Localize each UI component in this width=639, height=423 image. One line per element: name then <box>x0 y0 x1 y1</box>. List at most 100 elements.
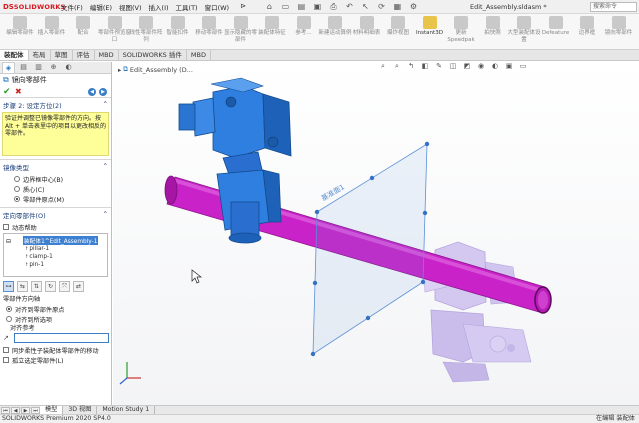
command-label: Defeature <box>541 30 570 36</box>
display-manager-tab-icon[interactable]: ◐ <box>62 62 75 73</box>
menu-pin-icon[interactable]: ⊳ <box>240 2 246 12</box>
menu-file[interactable]: 文件(F) <box>61 2 83 12</box>
orient-flip-y-icon[interactable]: ⇅ <box>31 281 42 292</box>
tree-item[interactable]: ⟊ pillar-1 <box>26 245 105 253</box>
dimxpert-tab-icon[interactable]: ⊕ <box>47 62 60 73</box>
plane-handle[interactable] <box>310 351 316 357</box>
radio-icon[interactable] <box>14 186 20 192</box>
configuration-manager-tab-icon[interactable]: ▥ <box>32 62 45 73</box>
orient-flip-x-icon[interactable]: ⇆ <box>17 281 28 292</box>
open-folder-icon[interactable]: ▤ <box>296 2 307 12</box>
checkbox-icon[interactable] <box>3 224 9 230</box>
clamp-component[interactable] <box>178 77 292 244</box>
radio-icon[interactable] <box>14 176 20 182</box>
plane-handle[interactable] <box>369 175 375 181</box>
checkbox-label: 同步柔性子装配体零部件的移动 <box>12 347 99 355</box>
next-tab-icon[interactable]: ▶ <box>21 406 30 414</box>
menu-tools[interactable]: 工具(T) <box>176 2 198 12</box>
previous-step-icon[interactable]: ◀ <box>88 87 96 96</box>
align-to-selection-option[interactable]: 对齐到所选项 <box>0 314 111 324</box>
select-arrow-icon[interactable]: ↖ <box>360 2 371 12</box>
save-icon[interactable]: ▣ <box>312 2 323 12</box>
menu-insert[interactable]: 插入(I) <box>149 2 169 12</box>
command-label: 拍快照 <box>484 30 501 36</box>
property-manager-tab-icon[interactable]: ▤ <box>17 62 30 73</box>
new-file-icon[interactable]: ▭ <box>280 2 291 12</box>
orient-custom-icon[interactable]: ⇄ <box>73 281 84 292</box>
pm-title: 镜向零部件 <box>11 76 47 84</box>
orient-rotate-icon[interactable]: ↻ <box>45 281 56 292</box>
radio-selected-icon[interactable] <box>6 306 12 312</box>
undo-icon[interactable]: ↶ <box>344 2 355 12</box>
command-tab[interactable]: SOLIDWORKS 插件 <box>119 50 187 60</box>
plane-handle[interactable] <box>422 210 428 216</box>
mirror-plane[interactable]: 基准面1 <box>310 141 430 357</box>
radio-selected-icon[interactable] <box>14 196 20 202</box>
plane-handle[interactable] <box>420 279 426 285</box>
plane-handle[interactable] <box>424 141 430 147</box>
sync-flexible-checkbox[interactable]: 同步柔性子装配体零部件的移动 <box>0 345 111 355</box>
command-label: 新建运动算例 <box>318 30 352 36</box>
command-tab[interactable]: 草图 <box>51 50 73 60</box>
command-tab[interactable]: 装配体 <box>0 50 29 60</box>
checkbox-icon[interactable] <box>3 347 9 353</box>
tab-model[interactable]: 模型 <box>40 406 64 414</box>
tree-expand-icon[interactable]: ⊟ <box>6 239 11 245</box>
print-icon[interactable]: ⎙ <box>328 2 339 12</box>
edit-component-icon <box>13 16 27 29</box>
prev-tab-icon[interactable]: ◀ <box>11 406 20 414</box>
command-tab[interactable]: MBD <box>187 50 211 60</box>
first-tab-icon[interactable]: ⏮ <box>1 406 10 414</box>
feature-manager-tab-icon[interactable]: ◈ <box>2 62 15 73</box>
tree-root-row[interactable]: ⊟ 装配体1^Edit_Assembly-1 <box>6 236 105 245</box>
radio-icon[interactable] <box>6 316 12 322</box>
dynamic-help-checkbox[interactable]: 动态帮助 <box>0 222 111 232</box>
next-step-icon[interactable]: ▶ <box>99 87 107 96</box>
tree-item[interactable]: ⟊ pin-1 <box>26 261 105 269</box>
mirror-type-bounding-box[interactable]: 边界框中心(B) <box>0 174 111 184</box>
orientation-tool-row: ⊶ ⇆ ⇅ ↻ ⤧ ⇄ <box>0 278 111 295</box>
command-tab[interactable]: 布局 <box>29 50 51 60</box>
orient-default-icon[interactable]: ⊶ <box>3 281 14 292</box>
collapse-icon[interactable]: ⌃ <box>103 162 108 172</box>
collapse-icon[interactable]: ⌃ <box>103 210 108 220</box>
plane-handle[interactable] <box>365 315 371 321</box>
align-to-origin-option[interactable]: 对齐到零部件原点 <box>0 304 111 314</box>
command-tab[interactable]: MBD <box>95 50 119 60</box>
search-commands-input[interactable]: 搜索命令 <box>590 2 637 12</box>
component-tree[interactable]: ⊟ 装配体1^Edit_Assembly-1 ⟊ pillar-1 ⟊ clam… <box>3 233 108 277</box>
plane-handle[interactable] <box>314 209 320 215</box>
model-scene[interactable]: 基准面1 <box>113 62 639 405</box>
collapse-icon[interactable]: ⌃ <box>103 100 108 110</box>
menu-edit[interactable]: 编辑(E) <box>90 2 112 12</box>
command-label: 参考... <box>295 30 312 36</box>
tab-3d-views[interactable]: 3D 视图 <box>63 406 98 414</box>
checkbox-icon[interactable] <box>3 357 9 363</box>
options-gear-icon[interactable]: ⚙ <box>408 2 419 12</box>
tree-root-label[interactable]: 装配体1^Edit_Assembly-1 <box>22 236 99 245</box>
mirror-component-icon <box>611 16 626 29</box>
mirror-type-component-origin[interactable]: 零部件原点(M) <box>0 194 111 204</box>
cancel-button[interactable]: ✖ <box>15 87 27 96</box>
menu-view[interactable]: 视图(V) <box>119 2 142 12</box>
isolate-selected-checkbox[interactable]: 孤立选定零部件(L) <box>0 355 111 365</box>
tree-item[interactable]: ⟊ clamp-1 <box>26 253 105 261</box>
plane-handle[interactable] <box>312 280 318 286</box>
tab-motion-study[interactable]: Motion Study 1 <box>97 406 156 414</box>
orient-flip-xy-icon[interactable]: ⤧ <box>59 281 70 292</box>
command-button[interactable]: 镜向零部件 <box>601 15 637 49</box>
last-tab-icon[interactable]: ⏭ <box>31 406 40 414</box>
solidworks-logo[interactable]: DS SOLIDWORKS <box>3 3 65 11</box>
document-title: Edit_Assembly.sldasm * <box>470 3 547 11</box>
align-reference-field[interactable] <box>13 333 109 343</box>
orientation-title: 零部件方向轴 <box>3 296 41 303</box>
ok-button[interactable]: ✔ <box>3 87 15 97</box>
command-tab[interactable]: 评估 <box>73 50 95 60</box>
mirror-type-center-of-mass[interactable]: 质心(C) <box>0 184 111 194</box>
menu-window[interactable]: 窗口(W) <box>205 2 230 12</box>
rebuild-icon[interactable]: ⟳ <box>376 2 387 12</box>
home-icon[interactable]: ⌂ <box>264 2 275 12</box>
command-label: 装配体特征 <box>258 30 286 36</box>
file-properties-icon[interactable]: ▦ <box>392 2 403 12</box>
graphics-area[interactable]: ▸ ⧉ Edit_Assembly (D... ⌕ ⌕ ↰ ◧ ✎ ◫ ◩ ◉ … <box>113 62 639 405</box>
